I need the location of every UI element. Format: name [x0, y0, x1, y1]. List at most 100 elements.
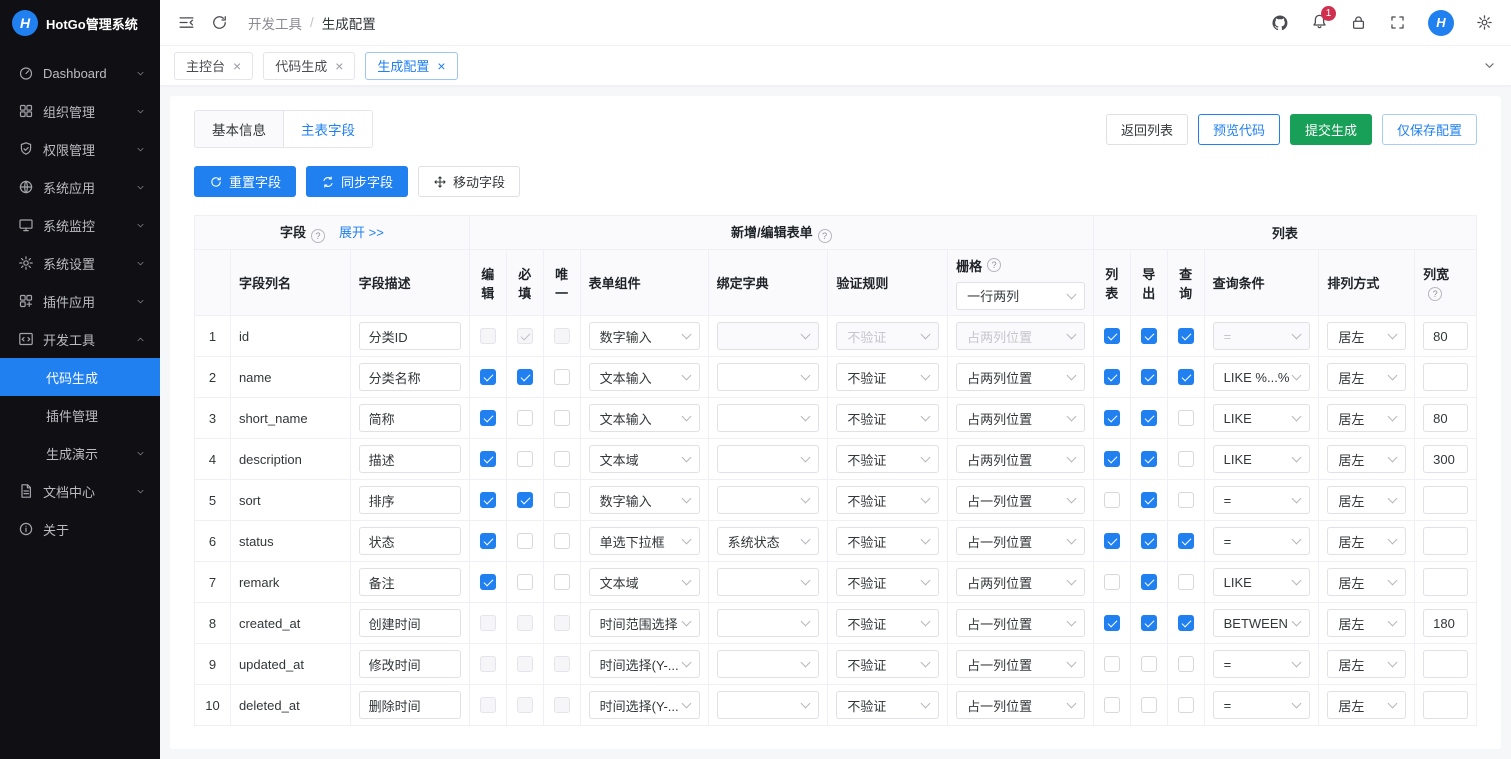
unique-checkbox[interactable] — [553, 574, 570, 591]
sidebar-item-system-app[interactable]: 系统应用 — [0, 168, 160, 206]
sidebar-item-generate-demo[interactable]: 生成演示 — [0, 434, 160, 472]
export-checkbox[interactable] — [1140, 697, 1157, 714]
query-checkbox[interactable] — [1177, 697, 1194, 714]
query-cond-select[interactable]: BETWEEN — [1212, 609, 1311, 637]
width-input[interactable] — [1423, 363, 1468, 391]
query-checkbox[interactable] — [1177, 451, 1194, 468]
align-select[interactable]: 居左 — [1327, 322, 1407, 350]
grid-select[interactable]: 占一列位置 — [956, 486, 1085, 514]
rule-select[interactable]: 不验证 — [836, 609, 940, 637]
required-checkbox[interactable] — [516, 574, 533, 591]
sidebar-item-code-generate[interactable]: 代码生成 — [0, 358, 160, 396]
query-cond-select[interactable]: = — [1212, 527, 1311, 555]
unique-checkbox[interactable] — [553, 451, 570, 468]
dict-select[interactable] — [716, 568, 820, 596]
nav-tab-generate-config[interactable]: 生成配置 × — [365, 51, 458, 80]
required-checkbox[interactable] — [516, 410, 533, 427]
breadcrumb-item[interactable]: 开发工具 — [248, 13, 302, 33]
sidebar-item-about[interactable]: 关于 — [0, 510, 160, 548]
grid-select[interactable]: 占两列位置 — [956, 404, 1085, 432]
required-checkbox[interactable] — [516, 533, 533, 550]
rule-select[interactable]: 不验证 — [836, 363, 940, 391]
width-input[interactable] — [1423, 445, 1468, 473]
query-cond-select[interactable]: = — [1212, 650, 1311, 678]
dict-select[interactable] — [716, 609, 820, 637]
field-desc-input[interactable] — [358, 527, 461, 555]
field-desc-input[interactable] — [358, 486, 461, 514]
rule-select[interactable]: 不验证 — [836, 650, 940, 678]
rule-select[interactable]: 不验证 — [836, 404, 940, 432]
close-icon[interactable]: × — [335, 59, 343, 73]
export-checkbox[interactable] — [1140, 451, 1157, 468]
align-select[interactable]: 居左 — [1327, 691, 1407, 719]
move-fields-button[interactable]: 移动字段 — [418, 166, 521, 197]
tab-actions-chevron-icon[interactable] — [1482, 58, 1497, 73]
component-select[interactable]: 时间范围选择 — [588, 609, 700, 637]
rule-select[interactable]: 不验证 — [836, 486, 940, 514]
width-input[interactable] — [1423, 609, 1468, 637]
export-checkbox[interactable] — [1140, 656, 1157, 673]
edit-checkbox[interactable] — [479, 451, 496, 468]
unique-checkbox[interactable] — [553, 492, 570, 509]
export-checkbox[interactable] — [1140, 369, 1157, 386]
list-checkbox[interactable] — [1103, 615, 1120, 632]
preview-code-button[interactable]: 预览代码 — [1197, 113, 1280, 145]
back-to-list-button[interactable]: 返回列表 — [1105, 113, 1188, 145]
grid-select[interactable]: 占一列位置 — [956, 691, 1085, 719]
list-checkbox[interactable] — [1103, 656, 1120, 673]
field-desc-input[interactable] — [358, 404, 461, 432]
required-checkbox[interactable] — [516, 492, 533, 509]
width-input[interactable] — [1423, 322, 1468, 350]
collapse-sidebar-icon[interactable] — [178, 14, 195, 31]
export-checkbox[interactable] — [1140, 574, 1157, 591]
query-checkbox[interactable] — [1177, 533, 1194, 550]
align-select[interactable]: 居左 — [1327, 609, 1407, 637]
refresh-icon[interactable] — [211, 14, 228, 31]
query-checkbox[interactable] — [1177, 369, 1194, 386]
rule-select[interactable]: 不验证 — [836, 445, 940, 473]
align-select[interactable]: 居左 — [1327, 650, 1407, 678]
sync-fields-button[interactable]: 同步字段 — [306, 166, 409, 197]
field-desc-input[interactable] — [358, 691, 461, 719]
export-checkbox[interactable] — [1140, 328, 1157, 345]
rule-select[interactable]: 不验证 — [836, 527, 940, 555]
sidebar-item-plugin-manage[interactable]: 插件管理 — [0, 396, 160, 434]
width-input[interactable] — [1423, 691, 1468, 719]
unique-checkbox[interactable] — [553, 533, 570, 550]
field-desc-input[interactable] — [358, 609, 461, 637]
component-select[interactable]: 单选下拉框 — [588, 527, 700, 555]
component-select[interactable]: 时间选择(Y-... — [588, 650, 700, 678]
reset-fields-button[interactable]: 重置字段 — [194, 166, 297, 197]
width-input[interactable] — [1423, 650, 1468, 678]
field-desc-input[interactable] — [358, 363, 461, 391]
tab-basic-info[interactable]: 基本信息 — [195, 111, 284, 147]
edit-checkbox[interactable] — [479, 369, 496, 386]
list-checkbox[interactable] — [1103, 533, 1120, 550]
grid-select[interactable]: 占两列位置 — [956, 445, 1085, 473]
lock-icon[interactable] — [1350, 14, 1367, 31]
grid-select[interactable]: 占一列位置 — [956, 650, 1085, 678]
nav-tab-code-generate[interactable]: 代码生成 × — [263, 51, 356, 80]
dict-select[interactable] — [716, 445, 820, 473]
query-checkbox[interactable] — [1177, 492, 1194, 509]
list-checkbox[interactable] — [1103, 328, 1120, 345]
list-checkbox[interactable] — [1103, 410, 1120, 427]
dict-select[interactable]: 系统状态 — [716, 527, 820, 555]
required-checkbox[interactable] — [516, 451, 533, 468]
component-select[interactable]: 文本域 — [588, 445, 700, 473]
close-icon[interactable]: × — [233, 59, 241, 73]
query-checkbox[interactable] — [1177, 656, 1194, 673]
field-desc-input[interactable] — [358, 568, 461, 596]
export-checkbox[interactable] — [1140, 492, 1157, 509]
sidebar-item-system-settings[interactable]: 系统设置 — [0, 244, 160, 282]
align-select[interactable]: 居左 — [1327, 404, 1407, 432]
query-checkbox[interactable] — [1177, 410, 1194, 427]
query-cond-select[interactable]: LIKE %...% — [1212, 363, 1311, 391]
list-checkbox[interactable] — [1103, 369, 1120, 386]
dict-select[interactable] — [716, 363, 820, 391]
sidebar-item-permission[interactable]: 权限管理 — [0, 130, 160, 168]
notifications-button[interactable]: 1 — [1311, 5, 1336, 33]
field-desc-input[interactable] — [358, 650, 461, 678]
dict-select[interactable] — [716, 691, 820, 719]
nav-tab-console[interactable]: 主控台 × — [174, 51, 254, 80]
